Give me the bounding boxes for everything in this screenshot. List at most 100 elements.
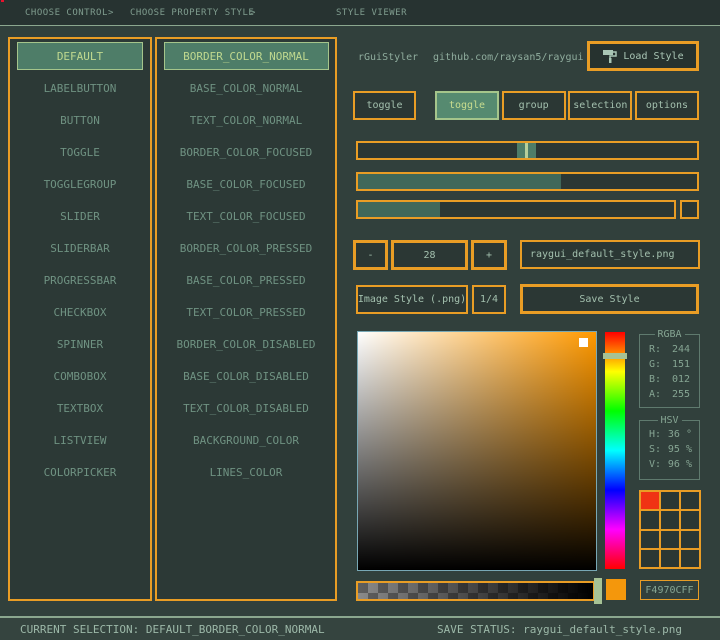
hsv-row: S: 95 % [649, 444, 692, 459]
property-list-item[interactable]: TEXT_COLOR_NORMAL [164, 106, 329, 134]
hsv-row-label: H: [649, 429, 661, 444]
slider-bar[interactable] [356, 172, 699, 191]
control-list-item[interactable]: TEXTBOX [17, 394, 143, 422]
color-swatch[interactable] [641, 492, 659, 509]
control-list-item[interactable]: SLIDERBAR [17, 234, 143, 262]
hue-slider[interactable] [605, 332, 625, 569]
hex-color-input[interactable]: F4970CFF [640, 580, 699, 600]
hsv-row-label: V: [649, 459, 661, 474]
control-list-item[interactable]: PROGRESSBAR [17, 266, 143, 294]
color-swatch[interactable] [661, 550, 679, 567]
color-swatch[interactable] [661, 492, 679, 509]
color-swatch[interactable] [641, 531, 659, 548]
property-list-item[interactable]: LINES_COLOR [164, 458, 329, 486]
control-list-item[interactable]: SLIDER [17, 202, 143, 230]
property-list-item[interactable]: TEXT_COLOR_FOCUSED [164, 202, 329, 230]
toggle-group-item[interactable]: group [502, 91, 566, 120]
control-list-item[interactable]: TOGGLEGROUP [17, 170, 143, 198]
toggle-group-item[interactable]: selection [568, 91, 632, 120]
alpha-slider[interactable] [356, 581, 595, 601]
rgba-row-label: B: [649, 374, 661, 389]
controls-list-panel: DEFAULT LABELBUTTON BUTTON TOGGLE TOGGLEGROU… [8, 37, 152, 601]
tab-choose-control[interactable]: CHOOSE CONTROL [25, 8, 108, 18]
hsv-group-label: HSV [657, 415, 681, 426]
property-list-item[interactable]: BASE_COLOR_FOCUSED [164, 170, 329, 198]
property-list-item[interactable]: TEXT_COLOR_DISABLED [164, 394, 329, 422]
property-list-item[interactable]: BORDER_COLOR_FOCUSED [164, 138, 329, 166]
rgba-row: A: 255 [649, 389, 690, 404]
rgba-group-label: RGBA [654, 329, 684, 340]
rgba-row-label: G: [649, 359, 661, 374]
rgba-group-box: RGBA R: 244 G: 151 B: 012 A: 255 [639, 334, 700, 408]
spinner-decrement-button[interactable]: - [353, 240, 388, 270]
hsv-rows: H: 36 ° S: 95 % V: 96 % [640, 421, 699, 474]
control-list-item[interactable]: SPINNER [17, 330, 143, 358]
control-list-item[interactable]: CHECKBOX [17, 298, 143, 326]
save-style-button[interactable]: Save Style [520, 284, 699, 314]
repo-link[interactable]: github.com/raysan5/raygui [433, 52, 584, 63]
color-swatch[interactable] [681, 511, 699, 528]
toggle-group: togglegroupselectionoptions [435, 91, 699, 120]
save-status: SAVE STATUS: raygui_default_style.png [437, 623, 682, 636]
property-list-item[interactable]: TEXT_COLOR_PRESSED [164, 298, 329, 326]
rgba-row-value: 151 [672, 359, 690, 374]
hsv-row: V: 96 % [649, 459, 692, 474]
color-swatch[interactable] [661, 511, 679, 528]
color-selector-square[interactable] [579, 338, 588, 347]
property-list-item[interactable]: BACKGROUND_COLOR [164, 426, 329, 454]
slider-handle[interactable] [517, 143, 536, 158]
load-style-button[interactable]: Load Style [587, 41, 699, 71]
color-swatch[interactable] [681, 492, 699, 509]
control-list-item[interactable]: DEFAULT [17, 42, 143, 70]
color-swatch[interactable] [641, 550, 659, 567]
image-style-button[interactable]: Image Style (.png) [356, 285, 468, 314]
paint-roller-icon [602, 48, 618, 64]
tab-choose-property-style[interactable]: CHOOSE PROPERTY STYLE [130, 8, 254, 18]
load-style-label: Load Style [623, 51, 683, 62]
hue-slider-handle[interactable] [603, 353, 627, 359]
slider[interactable] [356, 141, 699, 160]
rgba-row: B: 012 [649, 374, 690, 389]
property-list-item[interactable]: BORDER_COLOR_DISABLED [164, 330, 329, 358]
color-swatch[interactable] [641, 511, 659, 528]
checkbox[interactable] [680, 200, 699, 219]
properties-list: BORDER_COLOR_NORMAL BASE_COLOR_NORMAL TEXT… [157, 39, 335, 486]
toggle-button[interactable]: toggle [353, 91, 416, 120]
color-swatch[interactable] [661, 531, 679, 548]
property-list-item[interactable]: BASE_COLOR_DISABLED [164, 362, 329, 390]
top-tab-bar: CHOOSE CONTROL > CHOOSE PROPERTY STYLE >… [0, 0, 720, 25]
controls-list: DEFAULT LABELBUTTON BUTTON TOGGLE TOGGLEGROU… [10, 39, 150, 486]
progress-bar-fill [358, 202, 440, 217]
control-list-item[interactable]: COMBOBOX [17, 362, 143, 390]
slider-bar-fill [358, 174, 561, 189]
control-list-item[interactable]: LISTVIEW [17, 426, 143, 454]
color-swatch[interactable] [681, 550, 699, 567]
property-list-item[interactable]: BASE_COLOR_NORMAL [164, 74, 329, 102]
current-color-swatch [606, 579, 626, 600]
control-list-item[interactable]: TOGGLE [17, 138, 143, 166]
color-saturation-value-panel[interactable] [357, 331, 597, 571]
hsv-group-box: HSV H: 36 ° S: 95 % V: 96 % [639, 420, 700, 480]
control-list-item[interactable]: LABELBUTTON [17, 74, 143, 102]
property-list-item[interactable]: BORDER_COLOR_NORMAL [164, 42, 329, 70]
property-list-item[interactable]: BORDER_COLOR_PRESSED [164, 234, 329, 262]
rgba-row-value: 012 [672, 374, 690, 389]
scale-ratio-box[interactable]: 1/4 [472, 285, 506, 314]
control-list-item[interactable]: COLORPICKER [17, 458, 143, 486]
toggle-group-item[interactable]: options [635, 91, 699, 120]
hsv-row-value: 95 % [668, 444, 692, 459]
control-list-item[interactable]: BUTTON [17, 106, 143, 134]
spinner-value-box[interactable]: 28 [391, 240, 468, 270]
tab-style-viewer[interactable]: STYLE VIEWER [336, 8, 407, 18]
color-swatch[interactable] [681, 531, 699, 548]
rgba-rows: R: 244 G: 151 B: 012 A: 255 [640, 335, 699, 404]
breadcrumb-separator: > [108, 8, 114, 18]
spinner-increment-button[interactable]: + [471, 240, 507, 270]
progress-bar [356, 200, 676, 219]
alpha-slider-handle[interactable] [594, 578, 602, 604]
slider-handle-line [525, 143, 528, 158]
property-list-item[interactable]: BASE_COLOR_PRESSED [164, 266, 329, 294]
filename-input[interactable]: raygui_default_style.png [520, 240, 700, 269]
toggle-group-item[interactable]: toggle [435, 91, 499, 120]
rguistyler-app: CHOOSE CONTROL > CHOOSE PROPERTY STYLE >… [0, 0, 720, 640]
